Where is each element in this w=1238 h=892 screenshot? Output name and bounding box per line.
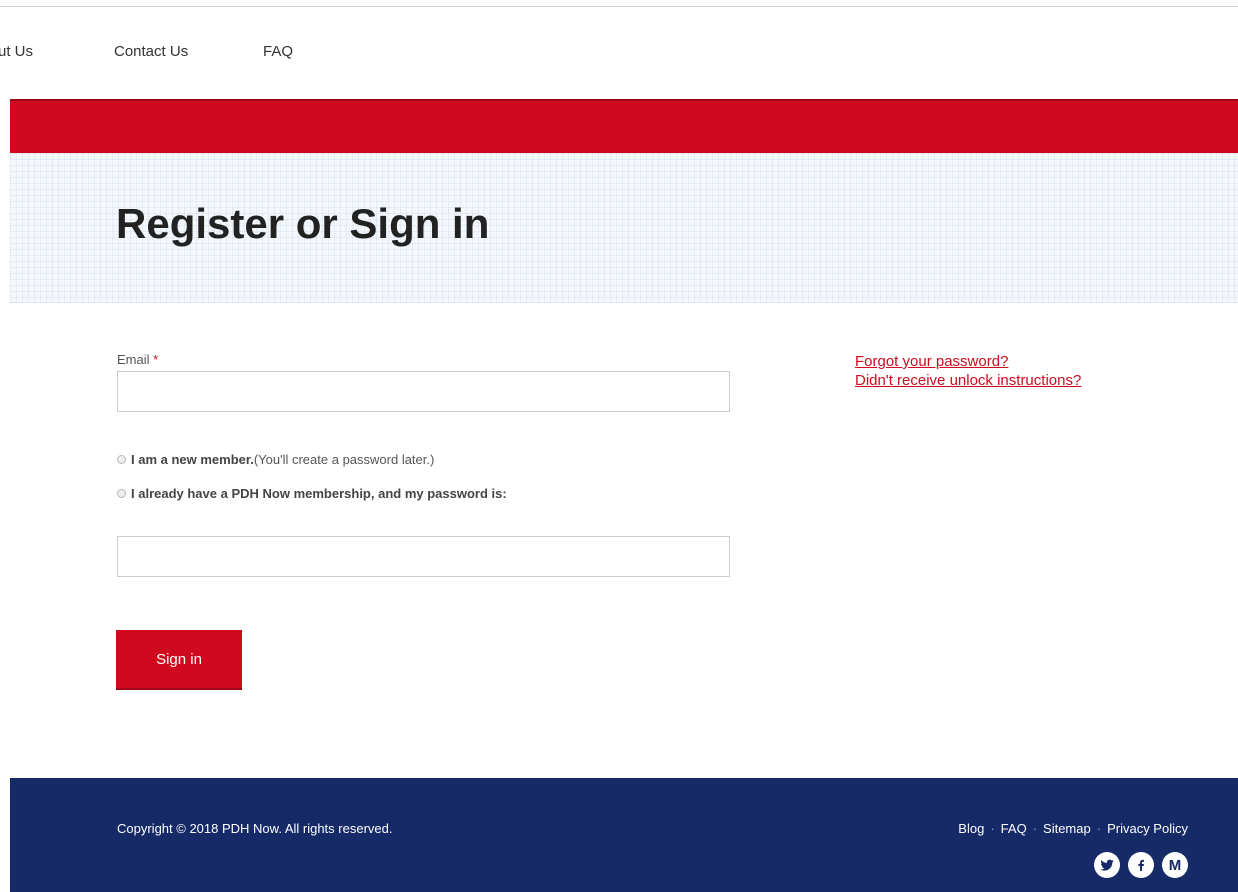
sign-in-button[interactable]: Sign in — [116, 630, 242, 690]
red-banner — [10, 99, 1238, 153]
social-icons: M — [1094, 852, 1188, 878]
footer-link-sitemap[interactable]: Sitemap — [1043, 821, 1091, 836]
nav-about-us[interactable]: ut Us — [0, 43, 33, 60]
nav-contact-us[interactable]: Contact Us — [114, 43, 188, 60]
facebook-icon[interactable] — [1128, 852, 1154, 878]
new-member-radio[interactable] — [117, 455, 126, 464]
footer-link-privacy-policy[interactable]: Privacy Policy — [1107, 821, 1188, 836]
new-member-option[interactable]: I am a new member. (You'll create a pass… — [117, 452, 434, 467]
copyright-text: Copyright © 2018 PDH Now. All rights res… — [117, 821, 393, 836]
existing-member-option[interactable]: I already have a PDH Now membership, and… — [117, 486, 507, 501]
email-label-text: Email — [117, 352, 150, 367]
new-member-label: I am a new member. — [131, 452, 254, 467]
footer-link-faq[interactable]: FAQ — [1001, 821, 1027, 836]
required-marker: * — [153, 352, 159, 367]
footer-links: Blog · FAQ · Sitemap · Privacy Policy — [958, 821, 1188, 836]
footer-separator: · — [990, 821, 995, 836]
page-header: Register or Sign in — [10, 153, 1238, 303]
existing-member-label: I already have a PDH Now membership, and… — [131, 486, 507, 501]
top-divider — [0, 6, 1238, 7]
page-title: Register or Sign in — [116, 200, 490, 247]
forgot-password-link[interactable]: Forgot your password? — [855, 352, 1081, 371]
unlock-instructions-link[interactable]: Didn't receive unlock instructions? — [855, 371, 1081, 390]
nav-faq[interactable]: FAQ — [263, 43, 293, 60]
footer-link-blog[interactable]: Blog — [958, 821, 984, 836]
email-label: Email * — [117, 352, 158, 367]
new-member-note: (You'll create a password later.) — [253, 452, 435, 467]
footer-separator: · — [1096, 821, 1102, 836]
site-footer: Copyright © 2018 PDH Now. All rights res… — [10, 778, 1238, 892]
medium-icon[interactable]: M — [1162, 852, 1188, 878]
existing-member-radio[interactable] — [117, 489, 126, 498]
twitter-icon[interactable] — [1094, 852, 1120, 878]
footer-separator: · — [1032, 821, 1038, 836]
email-field[interactable] — [117, 371, 730, 412]
password-field[interactable] — [117, 536, 730, 577]
account-help-links: Forgot your password? Didn't receive unl… — [855, 352, 1081, 390]
